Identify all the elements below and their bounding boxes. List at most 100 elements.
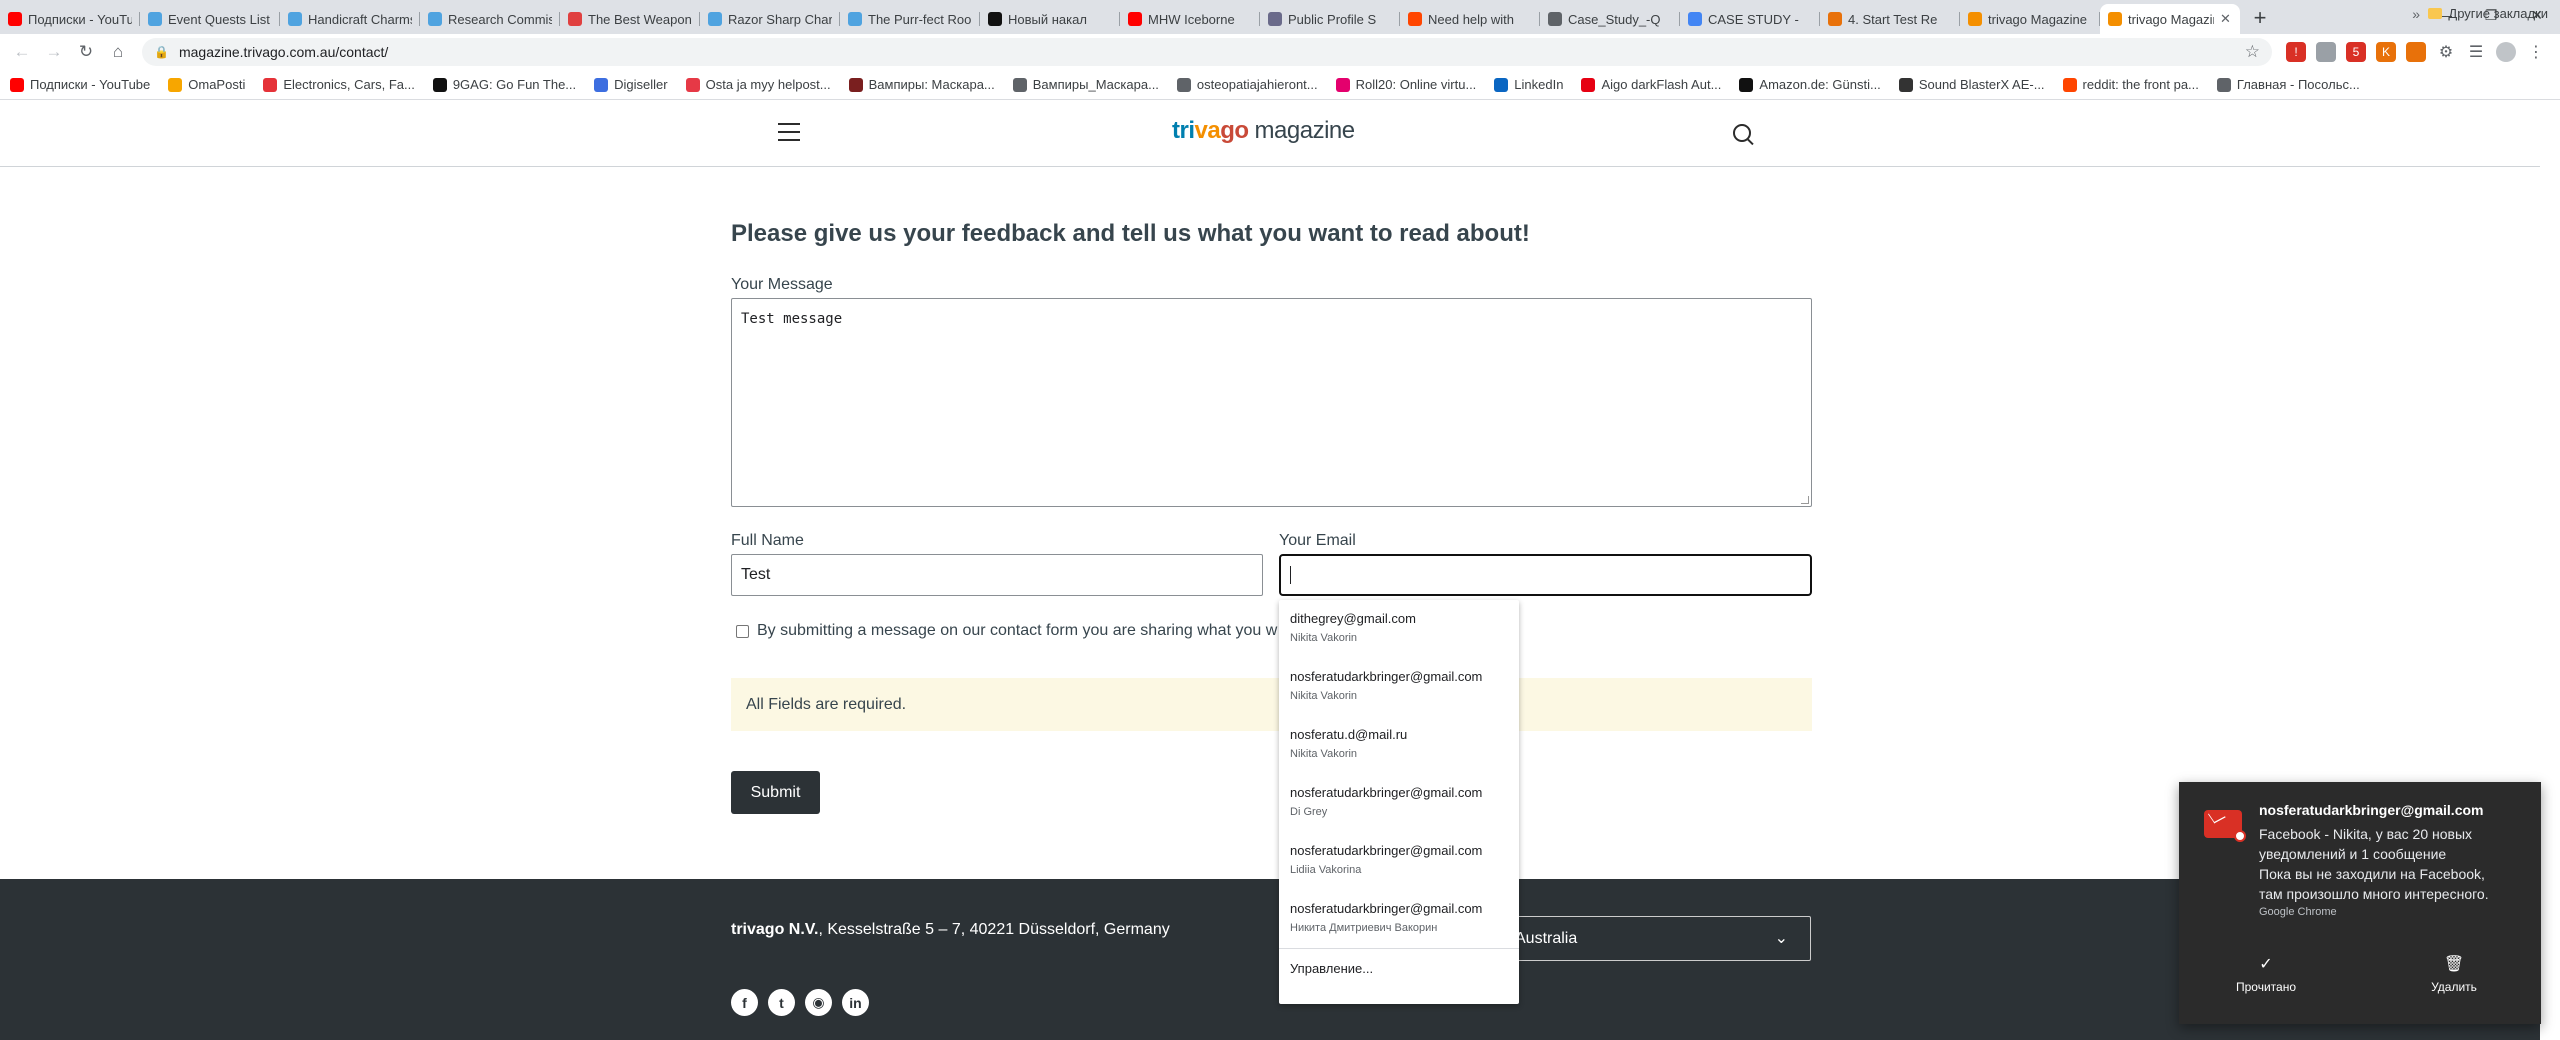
browser-tab[interactable]: 4. Start Test Re bbox=[1820, 4, 1960, 34]
bookmark-item[interactable]: OmaPosti bbox=[168, 77, 245, 92]
mark-read-label: Прочитано bbox=[2236, 980, 2296, 994]
notification-line: Facebook - Nikita, у вас 20 новых bbox=[2259, 826, 2473, 842]
bookmark-star-icon[interactable]: ☆ bbox=[2245, 42, 2260, 62]
country-value: Australia bbox=[1515, 929, 1578, 947]
forward-icon[interactable]: → bbox=[40, 38, 68, 66]
browser-tab[interactable]: Новый накал bbox=[980, 4, 1120, 34]
bookmark-item[interactable]: reddit: the front pa... bbox=[2062, 77, 2199, 92]
autofill-suggestion[interactable]: nosferatudarkbringer@gmail.com Никита Дми… bbox=[1279, 890, 1519, 948]
notification-source: Google Chrome bbox=[2259, 906, 2337, 918]
extension-icon[interactable]: 5 bbox=[2346, 42, 2366, 62]
twitter-icon[interactable]: t bbox=[768, 989, 795, 1016]
search-icon[interactable] bbox=[1733, 124, 1751, 142]
browser-tab[interactable]: Need help with bbox=[1400, 4, 1540, 34]
autofill-suggestion[interactable]: dithegrey@gmail.com Nikita Vakorin bbox=[1279, 600, 1519, 658]
browser-tab[interactable]: MHW Iceborne bbox=[1120, 4, 1260, 34]
bookmark-item[interactable]: 9GAG: Go Fun The... bbox=[432, 77, 576, 92]
company-name: trivago N.V. bbox=[731, 921, 819, 938]
reading-list-icon[interactable]: ☰ bbox=[2466, 42, 2486, 62]
linkedin-icon[interactable]: in bbox=[842, 989, 869, 1016]
consent-checkbox[interactable] bbox=[736, 624, 749, 638]
bookmark-item[interactable]: Roll20: Online virtu... bbox=[1335, 77, 1476, 92]
tab-title: trivago Magazine bbox=[2128, 11, 2214, 27]
full-name-label: Full Name bbox=[731, 532, 804, 549]
browser-tab[interactable]: The Best Weapons bbox=[560, 4, 700, 34]
extension-icon[interactable]: K bbox=[2376, 42, 2396, 62]
browser-tab[interactable]: Подписки - YouTube bbox=[0, 4, 140, 34]
other-bookmarks-folder[interactable]: Другие закладки bbox=[2428, 6, 2548, 21]
bookmark-label: reddit: the front pa... bbox=[2082, 77, 2199, 92]
full-name-input[interactable]: Test bbox=[731, 554, 1263, 596]
instagram-icon[interactable]: ◉ bbox=[805, 989, 832, 1016]
tab-favicon-icon bbox=[1828, 12, 1842, 26]
puzzle-icon[interactable]: ⚙ bbox=[2436, 42, 2456, 62]
tab-title: Public Profile S bbox=[1288, 11, 1377, 27]
mark-read-button[interactable]: ✓ Прочитано bbox=[2191, 954, 2341, 994]
gmail-icon bbox=[2204, 810, 2246, 842]
bookmark-item[interactable]: Главная - Посольс... bbox=[2216, 77, 2360, 92]
notification-body: Facebook - Nikita, у вас 20 новых уведом… bbox=[2259, 824, 2529, 904]
lock-icon[interactable]: 🔒 bbox=[154, 45, 169, 59]
site-footer: trivago N.V., Kesselstraße 5 – 7, 40221 … bbox=[0, 879, 2540, 1040]
bookmark-item[interactable]: Amazon.de: Günsti... bbox=[1739, 77, 1881, 92]
delete-button[interactable]: 🗑 Удалить bbox=[2379, 954, 2529, 994]
bookmark-item[interactable]: Подписки - YouTube bbox=[10, 77, 150, 92]
browser-tab[interactable]: Public Profile S bbox=[1260, 4, 1400, 34]
new-tab-button[interactable]: + bbox=[2246, 4, 2274, 32]
chrome-notification[interactable]: nosferatudarkbringer@gmail.com Facebook … bbox=[2179, 782, 2541, 1024]
autofill-suggestion[interactable]: nosferatudarkbringer@gmail.com Lidiia Vak… bbox=[1279, 832, 1519, 890]
browser-tab[interactable]: Case_Study_-Q bbox=[1540, 4, 1680, 34]
trivago-magazine-logo[interactable]: trivago magazine bbox=[1172, 117, 1355, 145]
bookmark-item[interactable]: Digiseller bbox=[594, 77, 668, 92]
resize-handle-icon[interactable] bbox=[1801, 496, 1809, 504]
url-bar[interactable]: 🔒 magazine.trivago.com.au/contact/ ☆ bbox=[142, 38, 2272, 66]
tab-favicon-icon bbox=[568, 12, 582, 26]
suggestion-name: Nikita Vakorin bbox=[1290, 748, 1358, 760]
browser-tab[interactable]: Handicraft Charms bbox=[280, 4, 420, 34]
browser-tab[interactable]: CASE STUDY - bbox=[1680, 4, 1820, 34]
avatar[interactable] bbox=[2496, 42, 2516, 62]
browser-tab[interactable]: Event Quests List bbox=[140, 4, 280, 34]
suggestion-name: Lidiia Vakorina bbox=[1290, 864, 1362, 876]
home-icon[interactable]: ⌂ bbox=[104, 38, 132, 66]
tab-title: Подписки - YouTube bbox=[28, 11, 132, 27]
browser-tab[interactable]: trivago Magazine bbox=[1960, 4, 2100, 34]
autofill-suggestion[interactable]: nosferatu.d@mail.ru Nikita Vakorin bbox=[1279, 716, 1519, 774]
bookmark-item[interactable]: osteopatiajahieront... bbox=[1176, 77, 1318, 92]
bookmark-favicon-icon bbox=[1739, 77, 1754, 92]
bookmark-item[interactable]: Electronics, Cars, Fa... bbox=[263, 77, 415, 92]
back-icon[interactable]: ← bbox=[8, 38, 36, 66]
menu-dots-icon[interactable]: ⋮ bbox=[2526, 42, 2546, 62]
submit-button[interactable]: Submit bbox=[731, 771, 820, 814]
full-name-value: Test bbox=[741, 566, 771, 583]
site-header: trivago magazine bbox=[0, 101, 2540, 167]
reload-icon[interactable]: ↻ bbox=[72, 38, 100, 66]
address-bar-row: ← → ↻ ⌂ 🔒 magazine.trivago.com.au/contac… bbox=[0, 34, 2560, 70]
bookmark-item[interactable]: Вампиры: Маскара... bbox=[848, 77, 995, 92]
browser-tab[interactable]: Razor Sharp Charm bbox=[700, 4, 840, 34]
autofill-suggestion[interactable]: nosferatudarkbringer@gmail.com Di Grey bbox=[1279, 774, 1519, 832]
tab-title: Razor Sharp Charm bbox=[728, 11, 832, 27]
facebook-icon[interactable]: f bbox=[731, 989, 758, 1016]
bookmark-item[interactable]: Sound BlasterX AE-... bbox=[1898, 77, 2045, 92]
menu-icon[interactable] bbox=[778, 123, 800, 141]
country-select[interactable]: Australia ⌄ bbox=[1480, 916, 1811, 961]
manage-autofill-item[interactable]: Управление... bbox=[1279, 949, 1519, 987]
tab-title: MHW Iceborne bbox=[1148, 11, 1235, 27]
bookmarks-overflow-icon[interactable]: » bbox=[2412, 6, 2420, 22]
bookmark-item[interactable]: Osta ja myy helpost... bbox=[685, 77, 831, 92]
extension-icon[interactable] bbox=[2406, 42, 2426, 62]
bookmark-item[interactable]: Aigo darkFlash Aut... bbox=[1581, 77, 1721, 92]
autofill-suggestion[interactable]: nosferatudarkbringer@gmail.com Nikita Vak… bbox=[1279, 658, 1519, 716]
extension-icon[interactable]: ! bbox=[2286, 42, 2306, 62]
message-textarea[interactable]: Test message bbox=[731, 298, 1812, 507]
extension-icon[interactable] bbox=[2316, 42, 2336, 62]
browser-tab[interactable]: Research Commission bbox=[420, 4, 560, 34]
bookmark-label: LinkedIn bbox=[1514, 77, 1564, 92]
browser-tab[interactable]: trivago Magazine ✕ bbox=[2100, 4, 2240, 34]
bookmark-item[interactable]: LinkedIn bbox=[1494, 77, 1563, 92]
close-tab-icon[interactable]: ✕ bbox=[2220, 11, 2232, 27]
email-field[interactable] bbox=[1279, 554, 1812, 596]
bookmark-item[interactable]: Вампиры_Маскара... bbox=[1012, 77, 1159, 92]
browser-tab[interactable]: The Purr-fect Room bbox=[840, 4, 980, 34]
